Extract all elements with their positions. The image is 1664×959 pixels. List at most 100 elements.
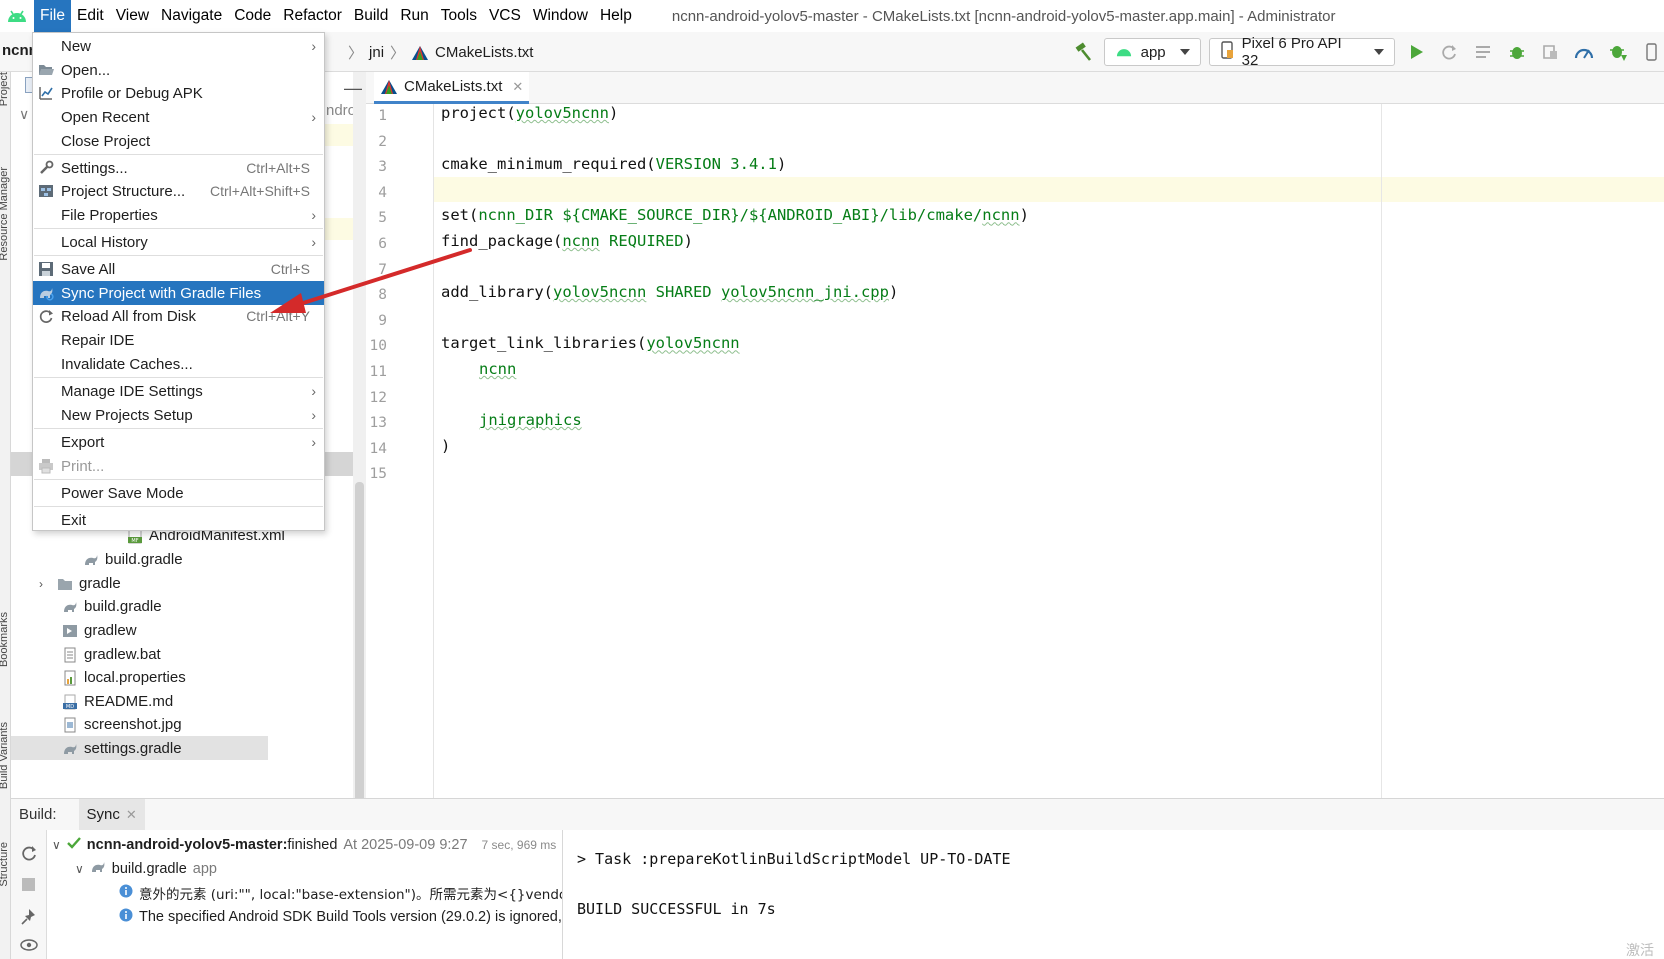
menu-item-label: Print... xyxy=(61,457,105,475)
tree-item-build-gradle-root[interactable]: build.gradle xyxy=(62,595,162,618)
tree-item-gradlew-bat[interactable]: gradlew.bat xyxy=(62,643,161,666)
tab-cmakelists[interactable]: CMakeLists.txt ✕ xyxy=(374,72,530,104)
device-manager-icon[interactable] xyxy=(1638,39,1664,65)
build-variants-tool-tab[interactable]: Build Variants xyxy=(0,722,10,789)
chevron-right-icon[interactable]: › xyxy=(39,577,51,591)
hammer-build-icon[interactable] xyxy=(1070,39,1096,65)
console-line: BUILD SUCCESSFUL in 7s xyxy=(577,900,776,918)
menu-item-close-project[interactable]: Close Project xyxy=(33,129,324,153)
submenu-arrow-icon: › xyxy=(311,434,316,450)
hide-panel-icon[interactable]: — xyxy=(344,78,362,99)
menu-item-new[interactable]: New › xyxy=(33,34,324,58)
pin-icon[interactable] xyxy=(20,908,38,930)
tree-item-screenshot[interactable]: screenshot.jpg xyxy=(62,713,182,736)
menu-tools[interactable]: Tools xyxy=(435,0,483,32)
menu-refactor[interactable]: Refactor xyxy=(277,0,348,32)
resync-icon[interactable] xyxy=(20,844,38,866)
menu-run[interactable]: Run xyxy=(394,0,434,32)
menu-item-open[interactable]: Open... xyxy=(33,58,324,82)
menu-item-project-structure[interactable]: Project Structure... Ctrl+Alt+Shift+S xyxy=(33,179,324,203)
tree-collapse-chevron[interactable]: ∨ xyxy=(19,106,29,123)
menu-item-label: Open... xyxy=(61,61,111,79)
code-token: set( xyxy=(441,206,479,225)
menu-help[interactable]: Help xyxy=(594,0,638,32)
breadcrumb-cmakelists[interactable]: CMakeLists.txt xyxy=(435,44,533,61)
menu-separator xyxy=(34,154,323,155)
menu-view[interactable]: View xyxy=(110,0,155,32)
menu-separator xyxy=(34,228,323,229)
menu-item-invalidate-caches[interactable]: Invalidate Caches... xyxy=(33,352,324,376)
menu-file[interactable]: File xyxy=(34,0,71,32)
bookmarks-tool-tab[interactable]: Bookmarks xyxy=(0,612,10,667)
menu-item-settings[interactable]: Settings... Ctrl+Alt+S xyxy=(33,156,324,180)
build-console-output[interactable]: > Task :prepareKotlinBuildScriptModel UP… xyxy=(563,830,1664,959)
tree-item-build-gradle-app[interactable]: build.gradle xyxy=(83,548,183,571)
menu-item-local-history[interactable]: Local History › xyxy=(33,230,324,254)
menu-item-file-properties[interactable]: File Properties › xyxy=(33,203,324,227)
attach-debugger-icon[interactable] xyxy=(1605,39,1631,65)
printer-icon xyxy=(38,458,54,474)
tab-sync[interactable]: Sync ✕ xyxy=(78,798,145,831)
code-editor[interactable]: project(yolov5ncnn) cmake_minimum_requir… xyxy=(434,104,1664,798)
menu-build[interactable]: Build xyxy=(348,0,394,32)
project-structure-icon xyxy=(38,183,54,199)
menu-vcs[interactable]: VCS xyxy=(483,0,527,32)
menu-item-profile-debug-apk[interactable]: Profile or Debug APK xyxy=(33,81,324,105)
project-tool-tab[interactable]: Project xyxy=(0,72,10,106)
menu-item-shortcut: Ctrl+Alt+Y xyxy=(246,308,310,324)
close-icon[interactable]: ✕ xyxy=(126,807,137,823)
chevron-down-icon[interactable]: ∨ xyxy=(75,862,84,876)
menu-item-repair-ide[interactable]: Repair IDE xyxy=(33,328,324,352)
tree-item-gradle-folder[interactable]: › gradle xyxy=(39,572,121,595)
structure-tool-tab[interactable]: Structure xyxy=(0,842,10,887)
resource-manager-tool-tab[interactable]: Resource Manager xyxy=(0,167,10,261)
menu-edit[interactable]: Edit xyxy=(71,0,110,32)
menu-item-exit[interactable]: Exit xyxy=(33,508,324,532)
stop-icon[interactable] xyxy=(22,878,35,891)
menu-navigate[interactable]: Navigate xyxy=(155,0,228,32)
coverage-icon[interactable] xyxy=(1538,39,1564,65)
build-root-node[interactable]: ∨ ncnn-android-yolov5-master: finished A… xyxy=(52,833,556,857)
code-token: yolov5ncnn xyxy=(552,283,647,302)
run-config-select[interactable]: app xyxy=(1103,38,1201,66)
menu-item-save-all[interactable]: Save All Ctrl+S xyxy=(33,257,324,281)
apply-changes-icon[interactable] xyxy=(1437,39,1463,65)
menu-code[interactable]: Code xyxy=(228,0,277,32)
menu-item-manage-ide-settings[interactable]: Manage IDE Settings › xyxy=(33,379,324,403)
build-message-row[interactable]: 意外的元素 (uri:"", local:"base-extension")。所… xyxy=(119,881,562,905)
device-select[interactable]: Pixel 6 Pro API 32 xyxy=(1208,35,1396,69)
menu-item-power-save-mode[interactable]: Power Save Mode xyxy=(33,481,324,505)
menu-item-export[interactable]: Export › xyxy=(33,430,324,454)
profiler-gauge-icon[interactable] xyxy=(1571,39,1597,65)
menu-window[interactable]: Window xyxy=(527,0,594,32)
tree-item-local-properties[interactable]: local.properties xyxy=(62,666,186,689)
menu-item-open-recent[interactable]: Open Recent › xyxy=(33,105,324,129)
code-token: yolov5ncnn_jni.cpp xyxy=(720,283,889,302)
tree-item-settings-gradle[interactable]: settings.gradle xyxy=(62,737,182,760)
build-root-name: ncnn-android-yolov5-master: xyxy=(86,837,288,853)
menu-item-label: Sync Project with Gradle Files xyxy=(61,284,262,302)
menu-item-reload-from-disk[interactable]: Reload All from Disk Ctrl+Alt+Y xyxy=(33,304,324,328)
submenu-arrow-icon: › xyxy=(311,38,316,54)
apply-code-changes-icon[interactable] xyxy=(1470,39,1496,65)
code-line-5: set(ncnn_DIR ${CMAKE_SOURCE_DIR}/${ANDRO… xyxy=(441,203,1029,229)
chevron-down-icon[interactable]: ∨ xyxy=(52,838,61,852)
code-token: add_library( xyxy=(441,283,553,302)
tree-item-readme[interactable]: MD README.md xyxy=(62,690,173,713)
run-play-icon[interactable] xyxy=(1403,39,1429,65)
close-icon[interactable]: ✕ xyxy=(512,79,523,95)
menu-item-label: Manage IDE Settings xyxy=(61,382,203,400)
run-config-label: app xyxy=(1140,43,1166,61)
line-number: 2 xyxy=(378,133,387,150)
build-child-node[interactable]: ∨ build.gradle app xyxy=(75,857,217,881)
submenu-arrow-icon: › xyxy=(311,234,316,250)
tree-scrollbar-thumb[interactable] xyxy=(355,482,364,802)
menu-item-sync-gradle[interactable]: Sync Project with Gradle Files xyxy=(33,281,324,305)
build-message-row[interactable]: The specified Android SDK Build Tools ve… xyxy=(119,905,562,929)
console-line: > Task :prepareKotlinBuildScriptModel UP… xyxy=(577,850,1011,868)
debug-bug-icon[interactable] xyxy=(1504,39,1530,65)
eye-icon[interactable] xyxy=(20,938,38,956)
menu-item-new-projects-setup[interactable]: New Projects Setup › xyxy=(33,403,324,427)
tree-item-gradlew[interactable]: gradlew xyxy=(62,619,137,642)
breadcrumb-jni[interactable]: jni xyxy=(369,44,384,61)
